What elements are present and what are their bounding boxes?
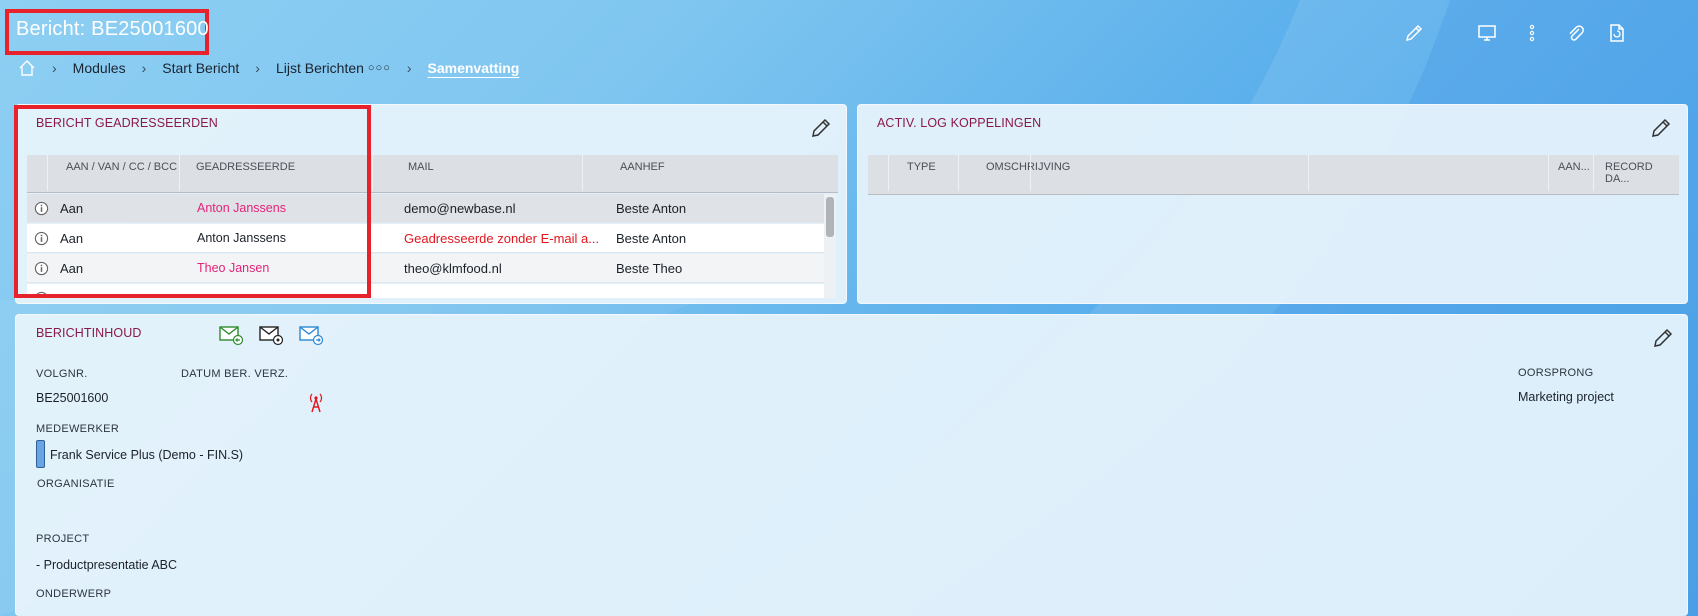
cell-salutation: Beste Anton: [616, 231, 687, 246]
more-vertical-icon[interactable]: [1517, 18, 1547, 48]
employee-color-tag: [36, 440, 45, 468]
monitor-icon[interactable]: [1472, 18, 1502, 48]
breadcrumb: › Modules › Start Bericht › Lijst Berich…: [18, 58, 519, 78]
panel-title: BERICHTINHOUD: [36, 326, 142, 340]
field-label-volgnr: VOLGNR.: [36, 368, 88, 380]
cell-mail: demo@newbase.nl: [404, 201, 516, 216]
home-icon[interactable]: [18, 59, 36, 77]
mail-settings-icon[interactable]: [258, 324, 284, 346]
field-value-medewerker[interactable]: Frank Service Plus (Demo - FIN.S): [50, 448, 243, 462]
field-label-medewerker: MEDEWERKER: [36, 423, 120, 435]
column-header[interactable]: AANHEF: [620, 161, 665, 173]
field-label-datum: DATUM BER. VERZ.: [181, 368, 289, 380]
edit-pencil-icon[interactable]: [1651, 326, 1675, 350]
table-header: TYPE OMSCHRIJVING AAN... RECORD DA...: [868, 155, 1679, 195]
column-header[interactable]: OMSCHRIJVING: [986, 161, 1070, 173]
mail-send-icon[interactable]: [298, 324, 324, 346]
field-label-onderwerp: ONDERWERP: [36, 588, 112, 600]
cell-mail-warning: Geadresseerde zonder E-mail a...: [404, 231, 600, 246]
column-header[interactable]: TYPE: [907, 161, 936, 173]
paperclip-icon[interactable]: [1561, 18, 1591, 48]
message-content-panel: BERICHTINHOUD: [15, 314, 1688, 616]
column-header[interactable]: MAIL: [408, 161, 434, 173]
table-scrollbar[interactable]: [824, 194, 836, 298]
edit-pencil-icon[interactable]: [1649, 116, 1673, 140]
document-refresh-icon[interactable]: [1602, 18, 1632, 48]
panel-title: ACTIV. LOG KOPPELINGEN: [877, 116, 1042, 130]
pencil-icon[interactable]: [1399, 18, 1429, 48]
breadcrumb-modules[interactable]: Modules: [73, 60, 126, 76]
breadcrumb-lijst-berichten[interactable]: Lijst Berichten: [276, 60, 364, 76]
mail-receive-icon[interactable]: [218, 324, 244, 346]
field-value-oorsprong: Marketing project: [1518, 390, 1614, 404]
field-label-oorsprong: OORSPRONG: [1518, 367, 1594, 379]
breadcrumb-more-icon[interactable]: ○○○: [368, 62, 391, 74]
scrollbar-thumb[interactable]: [826, 197, 834, 237]
chevron-right-icon: ›: [406, 60, 412, 76]
chevron-right-icon: ›: [255, 60, 260, 76]
cell-salutation: Beste Anton: [616, 201, 687, 216]
broadcast-tower-icon: [309, 393, 323, 413]
activity-log-panel: ACTIV. LOG KOPPELINGEN TYPE OMSCHRIJVING…: [857, 104, 1688, 304]
field-label-organisatie: ORGANISATIE: [37, 478, 115, 490]
chevron-right-icon: ›: [52, 60, 57, 76]
breadcrumb-samenvatting: Samenvatting: [427, 60, 520, 76]
field-value-project[interactable]: - Productpresentatie ABC: [36, 558, 177, 572]
column-header[interactable]: RECORD DA...: [1605, 161, 1679, 185]
field-value-volgnr: BE25001600: [36, 391, 109, 405]
chevron-right-icon: ›: [141, 60, 147, 76]
cell-salutation: Beste Theo: [616, 261, 683, 276]
cell-mail: theo@klmfood.nl: [404, 261, 502, 276]
edit-pencil-icon[interactable]: [809, 116, 833, 140]
addressees-highlight-box: [14, 105, 371, 298]
field-label-project: PROJECT: [36, 533, 90, 545]
page-title: Bericht: BE25001600: [16, 18, 209, 40]
column-header[interactable]: AAN...: [1558, 161, 1590, 173]
breadcrumb-start-bericht[interactable]: Start Bericht: [162, 60, 239, 76]
